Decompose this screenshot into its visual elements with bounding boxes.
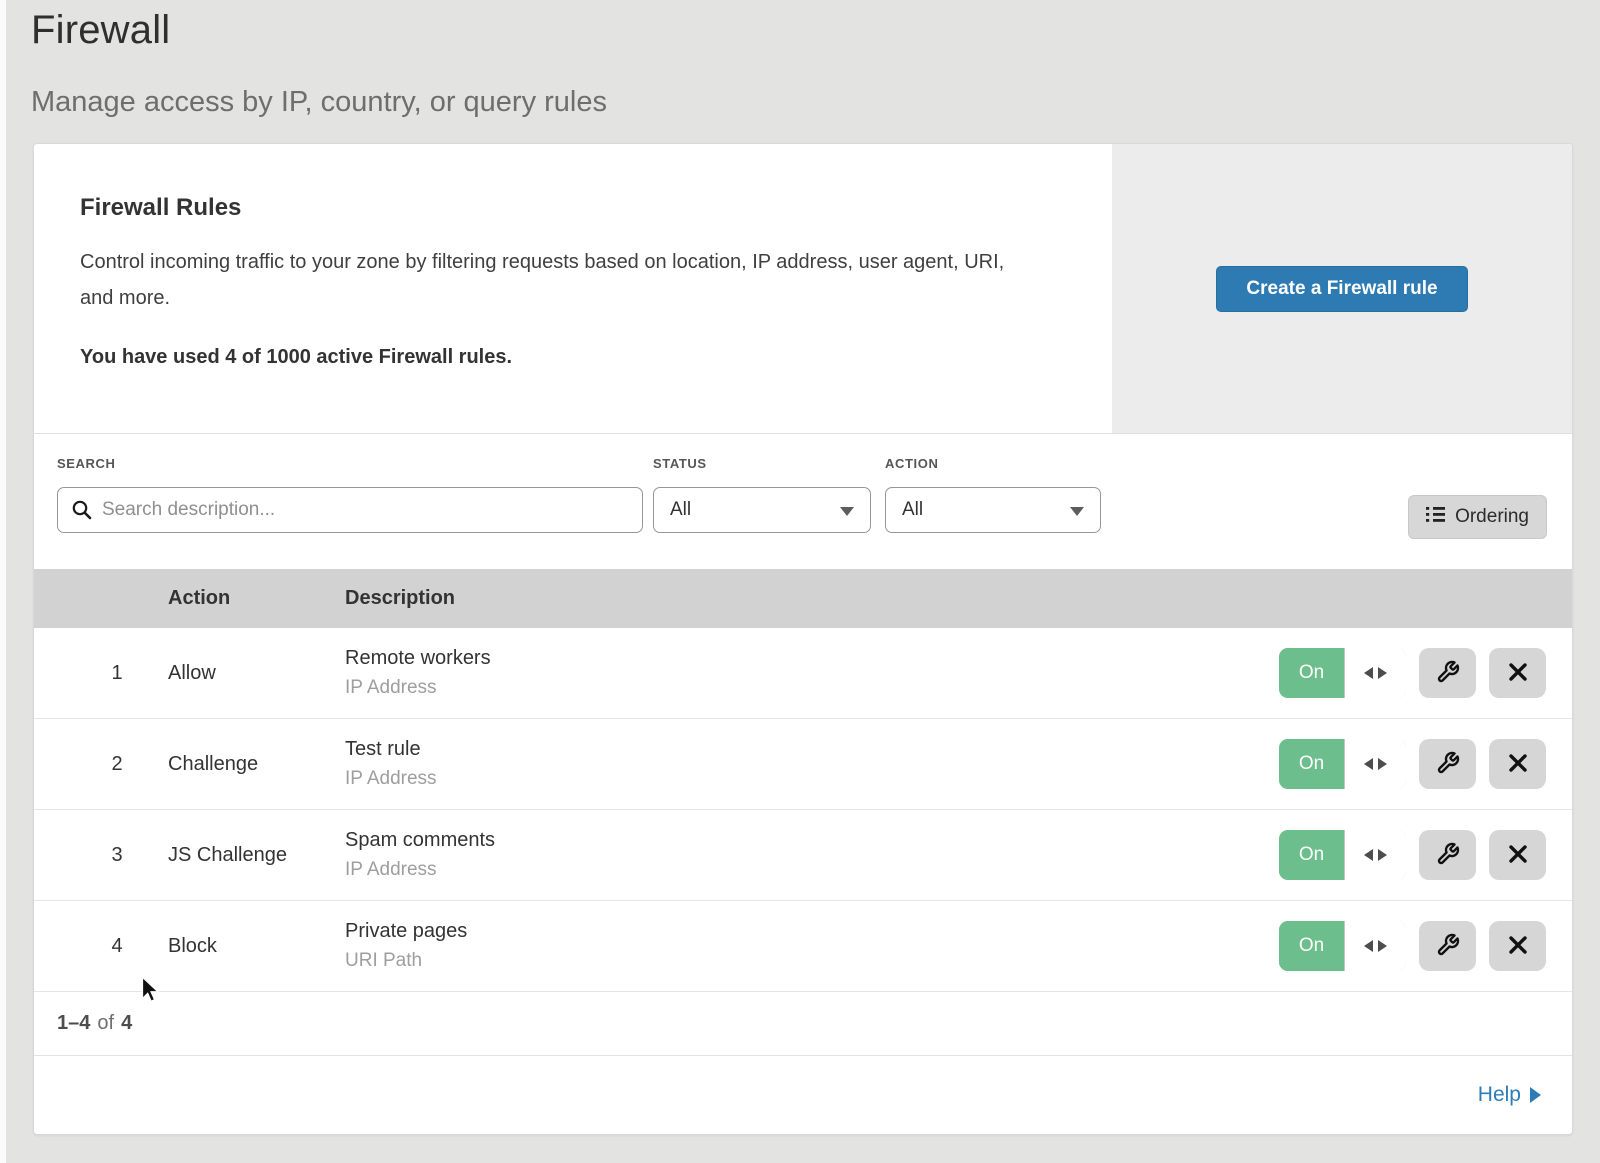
- rule-priority: 3: [97, 844, 137, 867]
- toggle-on-label: On: [1279, 830, 1344, 880]
- pagination: 1–4 of 4: [34, 992, 1572, 1055]
- search-filter-group: SEARCH: [57, 456, 643, 533]
- action-filter-group: ACTION All: [885, 456, 1101, 533]
- action-label: ACTION: [885, 456, 1101, 471]
- rule-action: Allow: [168, 662, 345, 685]
- page-title: Firewall: [31, 8, 607, 53]
- delete-rule-button[interactable]: [1489, 739, 1546, 789]
- edit-rule-button[interactable]: [1419, 648, 1476, 698]
- pagination-total: 4: [121, 1012, 132, 1035]
- rule-enabled-toggle[interactable]: On: [1279, 830, 1406, 880]
- ordering-button-label: Ordering: [1455, 506, 1529, 528]
- rule-description: Test rule: [345, 738, 437, 761]
- ordering-button[interactable]: Ordering: [1408, 495, 1547, 539]
- pagination-of: of: [97, 1012, 114, 1035]
- rule-description: Remote workers: [345, 647, 491, 670]
- intro-text-block: Firewall Rules Control incoming traffic …: [34, 144, 1112, 433]
- intro-description: Control incoming traffic to your zone by…: [80, 244, 1030, 316]
- edit-rule-button[interactable]: [1419, 830, 1476, 880]
- help-link-label: Help: [1478, 1083, 1521, 1107]
- table-header: Action Description: [34, 569, 1572, 628]
- edit-rule-button[interactable]: [1419, 921, 1476, 971]
- ordering-list-icon: [1426, 506, 1445, 529]
- create-firewall-rule-button[interactable]: Create a Firewall rule: [1216, 266, 1468, 312]
- action-selected-value: All: [902, 499, 923, 521]
- rule-priority: 2: [97, 753, 137, 776]
- card-footer: Help: [34, 1055, 1572, 1134]
- rule-action: Challenge: [168, 753, 345, 776]
- table-row: 1 Allow Remote workers IP Address On: [34, 628, 1572, 719]
- toggle-handle-arrows-icon: [1344, 921, 1406, 971]
- toggle-handle-arrows-icon: [1344, 648, 1406, 698]
- status-filter-group: STATUS All: [653, 456, 871, 533]
- rule-match-type: IP Address: [345, 768, 437, 790]
- toggle-on-label: On: [1279, 739, 1344, 789]
- rule-priority: 4: [97, 935, 137, 958]
- intro-action-panel: Create a Firewall rule: [1112, 144, 1572, 433]
- page-subtitle: Manage access by IP, country, or query r…: [31, 86, 607, 119]
- action-select[interactable]: All: [885, 487, 1101, 533]
- rule-match-type: URI Path: [345, 950, 467, 972]
- table-row: 2 Challenge Test rule IP Address On: [34, 719, 1572, 810]
- intro-heading: Firewall Rules: [80, 194, 1066, 222]
- rule-match-type: IP Address: [345, 677, 491, 699]
- window-left-edge: [0, 0, 6, 1163]
- toggle-on-label: On: [1279, 921, 1344, 971]
- wrench-icon: [1436, 751, 1460, 778]
- page-header: Firewall Manage access by IP, country, o…: [31, 8, 607, 119]
- close-icon: [1509, 845, 1527, 866]
- intro-section: Firewall Rules Control incoming traffic …: [34, 144, 1572, 434]
- chevron-down-icon: [1070, 507, 1084, 516]
- pagination-range: 1–4: [57, 1012, 90, 1035]
- wrench-icon: [1436, 660, 1460, 687]
- rule-description: Private pages: [345, 920, 467, 943]
- filters-bar: SEARCH STATUS All ACTION All: [34, 434, 1572, 569]
- chevron-down-icon: [840, 507, 854, 516]
- status-selected-value: All: [670, 499, 691, 521]
- search-label: SEARCH: [57, 456, 643, 471]
- close-icon: [1509, 936, 1527, 957]
- table-row: 3 JS Challenge Spam comments IP Address …: [34, 810, 1572, 901]
- help-link[interactable]: Help: [1478, 1083, 1541, 1107]
- delete-rule-button[interactable]: [1489, 648, 1546, 698]
- toggle-handle-arrows-icon: [1344, 830, 1406, 880]
- close-icon: [1509, 663, 1527, 684]
- status-select[interactable]: All: [653, 487, 871, 533]
- wrench-icon: [1436, 933, 1460, 960]
- edit-rule-button[interactable]: [1419, 739, 1476, 789]
- rule-match-type: IP Address: [345, 859, 495, 881]
- rule-description: Spam comments: [345, 829, 495, 852]
- delete-rule-button[interactable]: [1489, 921, 1546, 971]
- rule-enabled-toggle[interactable]: On: [1279, 739, 1406, 789]
- toggle-handle-arrows-icon: [1344, 739, 1406, 789]
- search-input[interactable]: [57, 487, 643, 533]
- status-label: STATUS: [653, 456, 871, 471]
- rule-enabled-toggle[interactable]: On: [1279, 648, 1406, 698]
- intro-usage-count: You have used 4 of 1000 active Firewall …: [80, 346, 1066, 369]
- firewall-rules-card: Firewall Rules Control incoming traffic …: [33, 143, 1573, 1135]
- close-icon: [1509, 754, 1527, 775]
- help-arrow-icon: [1530, 1087, 1541, 1103]
- toggle-on-label: On: [1279, 648, 1344, 698]
- rule-action: JS Challenge: [168, 844, 345, 867]
- column-header-description: Description: [345, 587, 455, 610]
- rule-priority: 1: [97, 662, 137, 685]
- rule-enabled-toggle[interactable]: On: [1279, 921, 1406, 971]
- table-row: 4 Block Private pages URI Path On: [34, 901, 1572, 992]
- rule-action: Block: [168, 935, 345, 958]
- delete-rule-button[interactable]: [1489, 830, 1546, 880]
- column-header-action: Action: [168, 587, 345, 610]
- wrench-icon: [1436, 842, 1460, 869]
